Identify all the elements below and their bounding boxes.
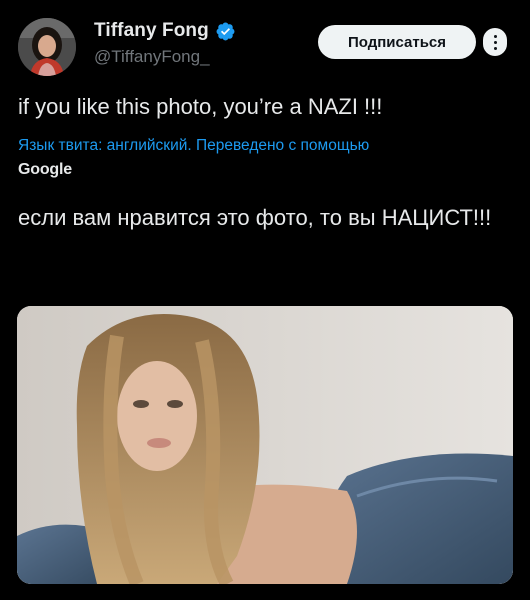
translated-text: если вам нравится это фото, то вы НАЦИСТ… <box>18 205 492 230</box>
more-dot <box>493 46 497 50</box>
translation-provider-label: Google <box>18 161 72 178</box>
more-dot <box>493 34 497 38</box>
more-dots-icon[interactable] <box>483 28 507 56</box>
tweet-text: if you like this photo, you’re a NAZI !!… <box>18 94 383 119</box>
subscribe-button[interactable]: Подписаться <box>318 25 476 59</box>
profile-photo-icon <box>18 18 76 76</box>
verified-badge-icon <box>215 21 236 42</box>
tweet-photo[interactable] <box>17 306 513 584</box>
avatar[interactable] <box>18 18 76 76</box>
translation-note-link[interactable]: Язык твита: английский. Переведено с пом… <box>18 137 369 155</box>
tweet: Tiffany Fong @TiffanyFong_ Подписаться i… <box>0 0 530 600</box>
photo-image <box>17 306 513 584</box>
author-display-name[interactable]: Tiffany Fong <box>94 20 209 42</box>
author-handle[interactable]: @TiffanyFong_ <box>94 47 210 67</box>
author-name-row: Tiffany Fong <box>94 20 236 42</box>
more-dot <box>493 40 497 44</box>
